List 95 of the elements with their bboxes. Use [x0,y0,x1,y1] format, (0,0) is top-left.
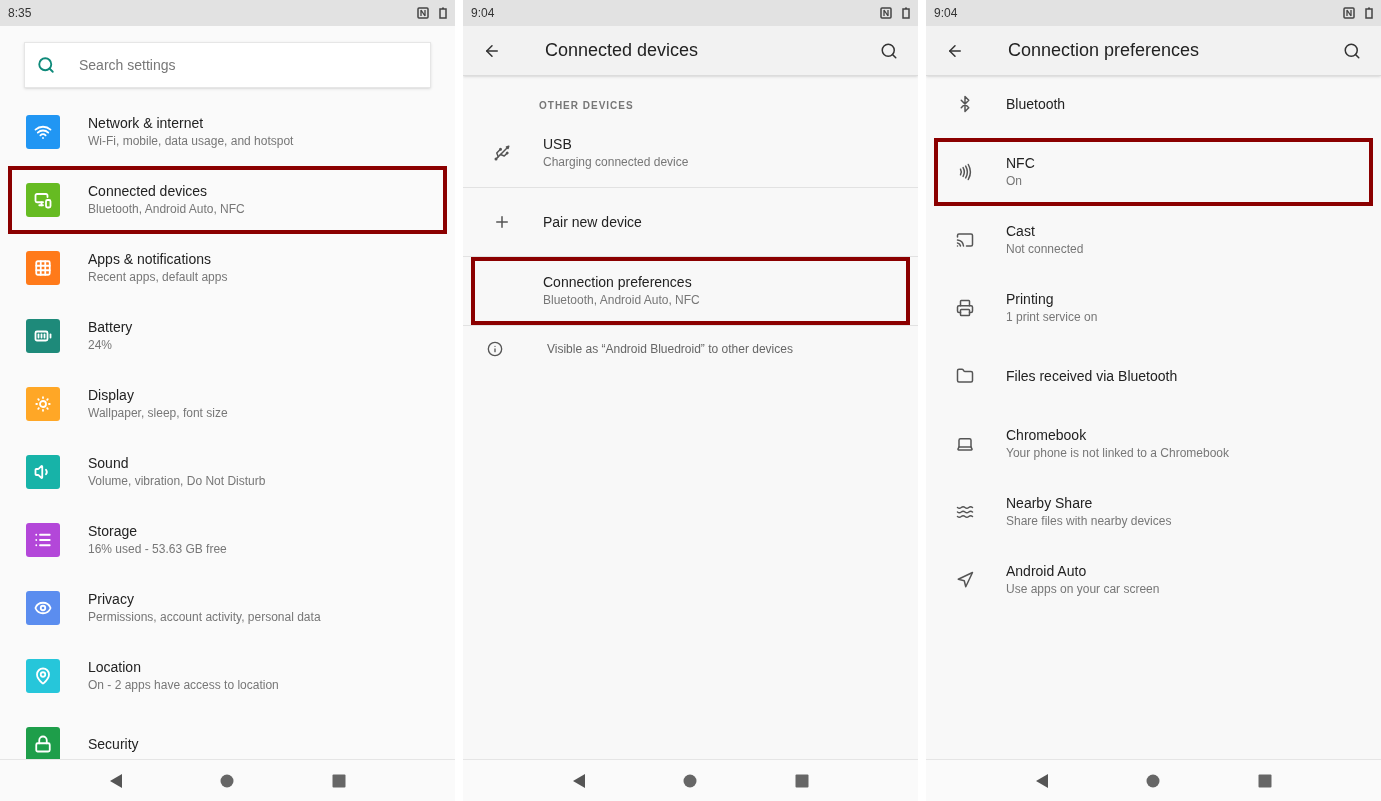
item-subtitle: Bluetooth, Android Auto, NFC [88,201,245,218]
laptop-icon [956,435,974,453]
battery-status-icon [1365,7,1373,19]
settings-item[interactable]: Bluetooth [934,70,1373,138]
search-placeholder: Search settings [79,55,176,75]
status-time: 9:04 [934,5,958,22]
settings-item[interactable]: Location On - 2 apps have access to location [8,642,447,710]
search-field[interactable]: Search settings [24,42,431,88]
item-title: Pair new device [543,213,642,231]
item-title: USB [543,135,573,153]
item-title: Storage [88,522,139,540]
item-title: NFC [1006,154,1035,172]
item-subtitle: On - 2 apps have access to location [88,677,279,694]
settings-item[interactable]: Storage 16% used - 53.63 GB free [8,506,447,574]
search-icon [37,56,55,74]
item-title: Location [88,658,142,676]
item-subtitle: 24% [88,337,114,354]
home-icon[interactable] [683,773,698,788]
item-title: Bluetooth [1006,95,1066,113]
settings-item[interactable]: Connection preferences Bluetooth, Android Auto, NFC [471,257,910,325]
settings-item[interactable]: Cast Not connected [934,206,1373,274]
home-icon[interactable] [1146,773,1161,788]
settings-item[interactable]: Security [8,710,447,759]
item-subtitle: Wi-Fi, mobile, data usage, and hotspot [88,133,294,150]
nfc-status-icon [417,7,429,19]
printer-icon [956,299,974,317]
plus-icon [493,213,511,231]
item-subtitle: Charging connected device [543,154,689,171]
item-subtitle: Bluetooth, Android Auto, NFC [543,292,700,309]
item-title: Battery [88,318,133,336]
settings-item[interactable]: Nearby Share Share files with nearby devices [934,478,1373,546]
battery-status-icon [902,7,910,19]
footer-text: Visible as “Android Bluedroid” to other devices [547,341,793,358]
nfc-status-icon [880,7,892,19]
search-icon[interactable] [1343,41,1361,60]
battery-status-icon [439,7,447,19]
item-title: Printing [1006,290,1055,308]
settings-item[interactable]: Network & internet Wi-Fi, mobile, data usage, and hotspot [8,98,447,166]
item-subtitle: Share files with nearby devices [1006,513,1172,530]
item-subtitle: Wallpaper, sleep, font size [88,405,228,422]
item-subtitle: On [1006,173,1023,190]
back-icon[interactable] [108,772,123,789]
item-title: Android Auto [1006,562,1088,580]
item-subtitle: Use apps on your car screen [1006,581,1160,598]
item-subtitle: Recent apps, default apps [88,269,228,286]
settings-item[interactable]: Battery 24% [8,302,447,370]
settings-item[interactable]: Sound Volume, vibration, Do Not Disturb [8,438,447,506]
usb-icon [493,144,511,162]
item-title: Cast [1006,222,1036,240]
settings-item[interactable]: Files received via Bluetooth [934,342,1373,410]
item-subtitle: 1 print service on [1006,309,1098,326]
home-icon[interactable] [220,773,235,788]
settings-item[interactable]: Printing 1 print service on [934,274,1373,342]
item-subtitle: Volume, vibration, Do Not Disturb [88,473,266,490]
screen-title: Connected devices [545,39,700,62]
item-title: Connection preferences [543,273,693,291]
waves-icon [956,503,974,521]
back-icon[interactable] [571,772,586,789]
settings-item[interactable]: USB Charging connected device [471,119,910,187]
item-title: Apps & notifications [88,250,212,268]
settings-item[interactable]: Connected devices Bluetooth, Android Auto, NFC [8,166,447,234]
item-title: Connected devices [88,182,209,200]
item-subtitle: Not connected [1006,241,1084,258]
settings-item[interactable]: Pair new device [471,188,910,256]
back-icon[interactable] [1034,772,1049,789]
item-title: Display [88,386,135,404]
section-header: OTHER DEVICES [539,99,635,113]
settings-item[interactable]: Privacy Permissions, account activity, personal data [8,574,447,642]
item-title: Sound [88,454,130,472]
search-icon[interactable] [880,41,898,60]
info-icon [487,341,503,357]
item-subtitle: 16% used - 53.63 GB free [88,541,227,558]
settings-item[interactable]: Android Auto Use apps on your car screen [934,546,1373,614]
item-title: Chromebook [1006,426,1088,444]
settings-item[interactable]: Apps & notifications Recent apps, default apps [8,234,447,302]
status-time: 9:04 [471,5,495,22]
item-subtitle: Your phone is not linked to a Chromebook [1006,445,1230,462]
overview-icon[interactable] [332,773,347,788]
item-title: Privacy [88,590,135,608]
overview-icon[interactable] [1258,773,1273,788]
folder-icon [956,367,974,385]
cast-icon [956,231,974,249]
nfc-status-icon [1343,7,1355,19]
overview-icon[interactable] [795,773,810,788]
item-title: Network & internet [88,114,205,132]
item-title: Nearby Share [1006,494,1094,512]
status-time: 8:35 [8,5,32,22]
item-subtitle: Permissions, account activity, personal data [88,609,321,626]
arrow-icon [956,571,974,589]
screen-title: Connection preferences [1008,39,1201,62]
item-title: Files received via Bluetooth [1006,367,1178,385]
settings-item[interactable]: NFC On [934,138,1373,206]
item-title: Security [88,735,139,753]
settings-item[interactable]: Display Wallpaper, sleep, font size [8,370,447,438]
settings-item[interactable]: Chromebook Your phone is not linked to a Chromebook [934,410,1373,478]
